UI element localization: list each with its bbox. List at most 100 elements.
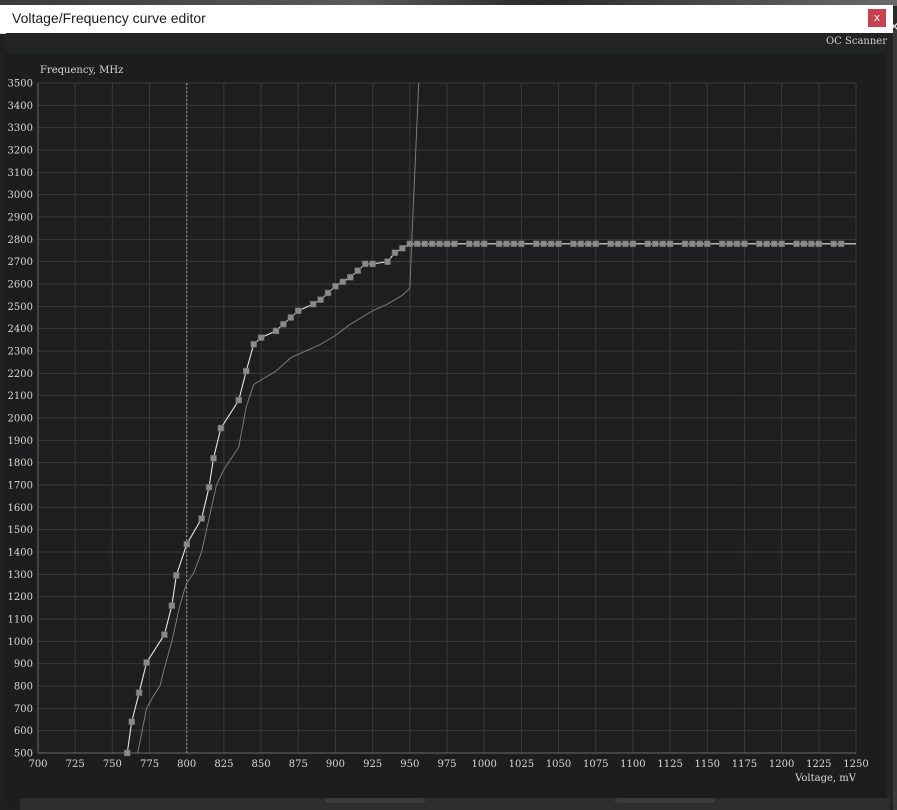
x-tick-label: 975: [437, 759, 456, 770]
curve-point[interactable]: [135, 689, 143, 696]
curve-point[interactable]: [436, 240, 443, 248]
x-tick-label: 1200: [769, 759, 794, 770]
curve-point[interactable]: [354, 267, 362, 274]
curve-point[interactable]: [689, 240, 696, 248]
curve-point[interactable]: [733, 240, 741, 248]
curve-point[interactable]: [696, 240, 704, 248]
curve-point[interactable]: [391, 249, 399, 256]
curve-point[interactable]: [763, 240, 771, 248]
y-tick-label: 2200: [8, 369, 33, 380]
curve-point[interactable]: [123, 749, 131, 757]
curve-point[interactable]: [681, 240, 689, 248]
curve-point[interactable]: [317, 296, 324, 303]
curve-point[interactable]: [443, 240, 451, 248]
curve-point[interactable]: [830, 240, 837, 248]
curve-point[interactable]: [168, 602, 176, 609]
x-tick-label: 875: [289, 759, 308, 770]
curve-point[interactable]: [540, 240, 547, 248]
curve-point[interactable]: [242, 367, 250, 375]
y-tick-label: 700: [14, 704, 33, 715]
curve-point[interactable]: [384, 258, 391, 265]
curve-point[interactable]: [718, 240, 726, 248]
curve-point[interactable]: [666, 240, 674, 248]
x-tick-label: 1025: [509, 759, 534, 770]
background-control: [615, 798, 715, 803]
curve-point[interactable]: [741, 240, 748, 248]
y-tick-label: 1800: [8, 458, 33, 469]
curve-point[interactable]: [466, 240, 473, 248]
curve-point[interactable]: [555, 240, 562, 248]
curve-point[interactable]: [205, 483, 213, 491]
curve-point[interactable]: [585, 240, 592, 248]
curve-point[interactable]: [414, 240, 421, 248]
close-button[interactable]: x: [868, 9, 886, 27]
x-tick-label: 775: [140, 759, 159, 770]
y-tick-label: 2100: [8, 391, 33, 402]
curve-point[interactable]: [480, 240, 488, 248]
oc-scanner-button[interactable]: OC Scanner: [826, 36, 887, 47]
curve-point[interactable]: [198, 515, 205, 522]
curve-point[interactable]: [614, 240, 622, 248]
x-tick-label: 900: [326, 759, 345, 770]
title-bar[interactable]: Voltage/Frequency curve editor x: [0, 5, 893, 34]
curve-point[interactable]: [210, 454, 217, 462]
curve-point[interactable]: [250, 341, 257, 348]
curve-point[interactable]: [332, 282, 339, 290]
x-tick-label: 1250: [843, 759, 868, 770]
curve-point[interactable]: [800, 240, 808, 248]
curve-point[interactable]: [793, 240, 800, 248]
curve-point[interactable]: [756, 240, 763, 248]
curve-point[interactable]: [161, 631, 168, 638]
curve-point[interactable]: [726, 240, 733, 248]
curve-point[interactable]: [309, 300, 317, 308]
curve-point[interactable]: [128, 718, 135, 725]
curve-point[interactable]: [778, 240, 785, 248]
curve-point[interactable]: [183, 540, 190, 548]
x-axis-label: Voltage, mV: [794, 773, 857, 784]
curve-point[interactable]: [280, 320, 287, 328]
curve-point[interactable]: [815, 240, 823, 248]
curve-point[interactable]: [428, 240, 436, 248]
curve-point[interactable]: [577, 240, 585, 248]
curve-point[interactable]: [339, 278, 347, 286]
curve-point[interactable]: [547, 240, 555, 248]
curve-point[interactable]: [406, 240, 414, 248]
curve-point[interactable]: [361, 260, 369, 268]
curve-point[interactable]: [518, 240, 525, 248]
curve-point[interactable]: [495, 240, 503, 248]
curve-point[interactable]: [592, 240, 599, 248]
curve-point[interactable]: [399, 245, 406, 252]
curve-point[interactable]: [644, 240, 652, 248]
curve-point[interactable]: [295, 307, 302, 315]
y-tick-label: 2800: [8, 235, 33, 246]
curve-point[interactable]: [287, 314, 295, 321]
curve-point[interactable]: [143, 659, 150, 666]
curve-point[interactable]: [532, 240, 540, 248]
curve-point[interactable]: [503, 240, 510, 248]
curve-point[interactable]: [272, 327, 280, 335]
curve-point[interactable]: [808, 240, 815, 248]
curve-point[interactable]: [622, 240, 629, 248]
vf-curve-chart[interactable]: 700 725 750 775 800 825 850 875 900 925 950 975 1000…: [6, 53, 886, 805]
curve-point[interactable]: [347, 274, 354, 281]
curve-point[interactable]: [473, 240, 480, 248]
y-tick-label: 1600: [8, 503, 33, 514]
curve-point[interactable]: [659, 240, 666, 248]
curve-point[interactable]: [324, 289, 332, 297]
curve-point[interactable]: [257, 334, 265, 341]
curve-point[interactable]: [704, 240, 711, 248]
curve-point[interactable]: [217, 424, 225, 432]
curve-point[interactable]: [173, 572, 180, 579]
curve-point[interactable]: [235, 396, 243, 404]
curve-point[interactable]: [651, 240, 659, 248]
curve-point[interactable]: [510, 240, 518, 248]
curve-point[interactable]: [451, 240, 458, 248]
curve-point[interactable]: [607, 240, 614, 248]
curve-point[interactable]: [770, 240, 778, 248]
curve-point[interactable]: [629, 240, 637, 248]
curve-point[interactable]: [369, 260, 376, 268]
curve-point[interactable]: [421, 240, 428, 248]
curve-point[interactable]: [837, 240, 845, 248]
curve-point[interactable]: [570, 240, 577, 248]
editor-content: OC Scanner 700 725 750 775 800 825 850 875 900 92…: [6, 33, 893, 805]
